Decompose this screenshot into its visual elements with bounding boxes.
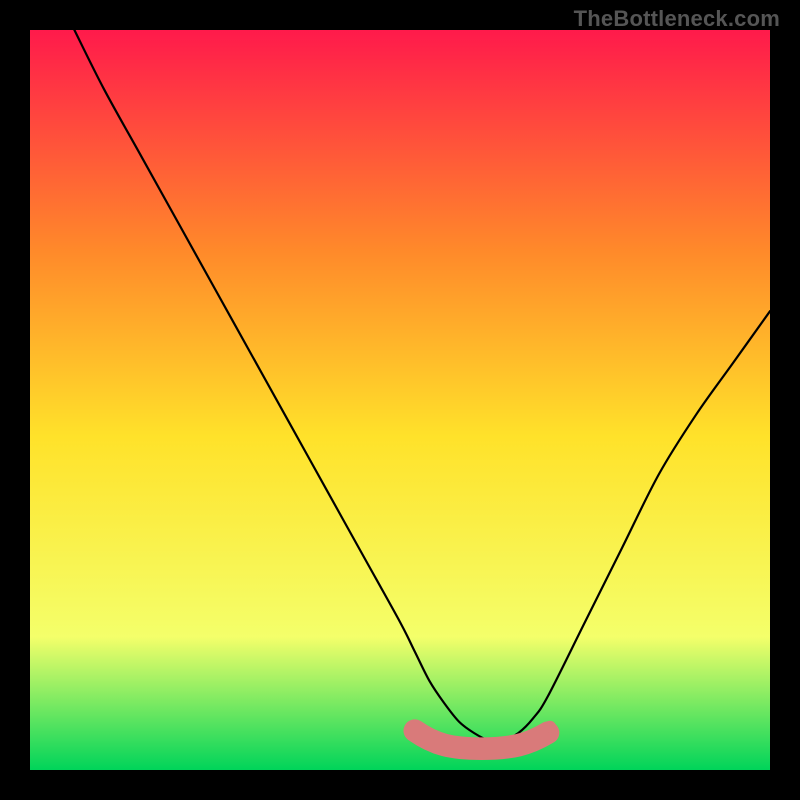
optimal-range-end-dot [544,721,556,733]
plot-area [30,30,770,770]
chart-svg [30,30,770,770]
watermark-text: TheBottleneck.com [574,6,780,32]
chart-frame: TheBottleneck.com [0,0,800,800]
gradient-background [30,30,770,770]
